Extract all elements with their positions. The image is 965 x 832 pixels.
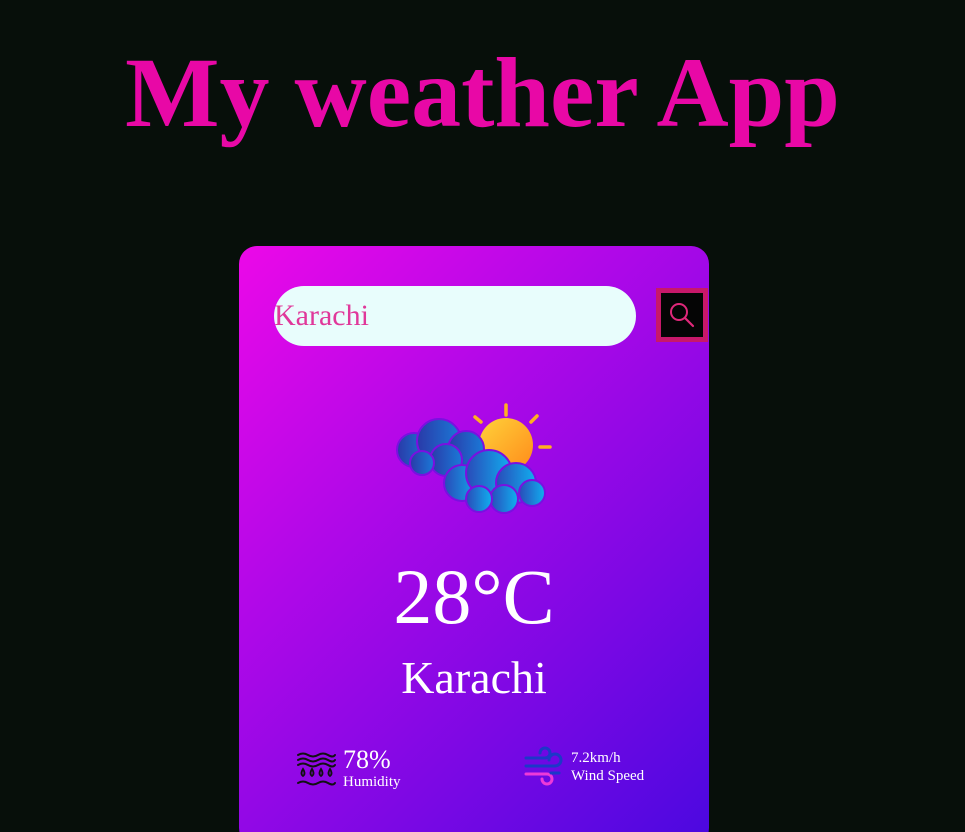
weather-card: 28°C Karachi 78% Humidity [239, 246, 709, 832]
humidity-stat: 78% Humidity [295, 746, 401, 791]
search-input[interactable] [274, 286, 636, 346]
app-title: My weather App [125, 37, 840, 148]
wind-value: 7.2km/h [571, 750, 621, 766]
search-button[interactable] [656, 288, 708, 342]
wind-label: Wind Speed [571, 768, 645, 784]
city-name: Karachi [401, 652, 547, 703]
wind-stat: 7.2km/h Wind Speed [523, 746, 644, 788]
partly-cloudy-icon [396, 403, 552, 514]
temperature: 28°C [393, 553, 555, 640]
humidity-label: Humidity [343, 774, 401, 790]
wind-icon [524, 746, 563, 786]
humidity-icon [297, 752, 336, 785]
search-icon [670, 303, 695, 328]
humidity-value: 78% [343, 745, 391, 774]
